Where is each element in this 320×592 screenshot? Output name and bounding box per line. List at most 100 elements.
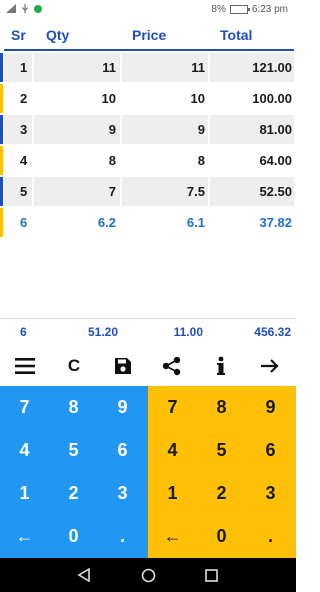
cell-qty: 11	[102, 60, 116, 75]
table-row[interactable]: 4 8 8 64.00	[0, 146, 296, 175]
row-marker	[0, 84, 3, 113]
info-button[interactable]	[206, 352, 236, 380]
key-9[interactable]: 9	[246, 386, 295, 429]
app-notification-icon	[34, 4, 42, 13]
cell-qty: 9	[108, 122, 116, 137]
key-6[interactable]: 6	[98, 429, 147, 472]
key-8[interactable]: 8	[197, 386, 246, 429]
cell-qty: 8	[108, 153, 116, 168]
cell-total: 64.00	[259, 153, 292, 168]
menu-icon	[15, 358, 35, 374]
table-row-current[interactable]: 6 6.2 6.1 37.82	[0, 208, 296, 237]
cell-sr: 1	[20, 60, 28, 75]
key-6[interactable]: 6	[246, 429, 295, 472]
cell-total: 100.00	[252, 91, 292, 106]
summary-row: 6 51.20 11.00 456.32	[0, 318, 296, 345]
header-price: Price	[132, 27, 167, 43]
key-decimal[interactable]: .	[246, 515, 295, 558]
row-marker	[0, 53, 3, 82]
save-icon	[115, 358, 131, 374]
key-0[interactable]: 0	[197, 515, 246, 558]
recents-nav-icon	[204, 568, 218, 582]
battery-icon	[229, 5, 250, 14]
cell-price: 8	[197, 153, 205, 168]
key-7[interactable]: 7	[148, 386, 197, 429]
key-decimal[interactable]: .	[98, 515, 147, 558]
header-qty: Qty	[46, 27, 70, 43]
table-header: Sr Qty Price Total	[0, 20, 296, 50]
key-1[interactable]: 1	[148, 472, 197, 515]
key-5[interactable]: 5	[49, 429, 98, 472]
key-2[interactable]: 2	[197, 472, 246, 515]
cell-sr: 5	[20, 184, 28, 199]
table-row[interactable]: 2 10 10 100.00	[0, 84, 296, 113]
home-nav-button[interactable]	[140, 567, 156, 583]
key-1[interactable]: 1	[0, 472, 49, 515]
status-right: 8% 6:23 pm	[211, 4, 288, 15]
cell-sr: 6	[20, 215, 28, 230]
cell-total: 52.50	[259, 184, 292, 199]
menu-button[interactable]	[10, 352, 40, 380]
info-icon	[217, 356, 225, 375]
table-row[interactable]: 5 7 7.5 52.50	[0, 177, 296, 206]
recents-nav-button[interactable]	[203, 567, 219, 583]
share-icon	[162, 356, 181, 376]
toolbar: C	[0, 346, 296, 386]
summary-price: 11.00	[173, 325, 203, 339]
save-button[interactable]	[108, 352, 138, 380]
row-marker	[0, 208, 3, 237]
cell-qty: 6.2	[97, 215, 116, 230]
row-marker	[0, 177, 3, 206]
back-nav-icon	[77, 568, 90, 582]
cell-total: 81.00	[259, 122, 292, 137]
next-button[interactable]	[255, 352, 285, 380]
cell-total: 37.82	[259, 215, 292, 230]
key-backspace[interactable]: ←	[0, 515, 49, 558]
table-row[interactable]: 3 9 9 81.00	[0, 115, 296, 144]
cell-price: 7.5	[186, 184, 205, 199]
cell-sr: 4	[20, 153, 28, 168]
key-3[interactable]: 3	[98, 472, 147, 515]
back-nav-button[interactable]	[76, 567, 92, 583]
key-4[interactable]: 4	[148, 429, 197, 472]
key-8[interactable]: 8	[49, 386, 98, 429]
header-divider	[4, 49, 294, 51]
key-0[interactable]: 0	[49, 515, 98, 558]
signal-icon	[6, 4, 16, 13]
key-5[interactable]: 5	[197, 429, 246, 472]
usb-icon	[21, 4, 29, 13]
row-marker	[0, 146, 3, 175]
header-sr: Sr	[11, 27, 26, 43]
cell-price: 10	[190, 91, 205, 106]
status-bar: 8% 6:23 pm	[0, 0, 296, 20]
cell-price: 11	[191, 60, 205, 75]
share-button[interactable]	[157, 352, 187, 380]
system-nav-bar	[0, 558, 296, 592]
clear-button[interactable]: C	[59, 352, 89, 380]
key-9[interactable]: 9	[98, 386, 147, 429]
cell-qty: 10	[101, 91, 116, 106]
key-2[interactable]: 2	[49, 472, 98, 515]
cell-price: 6.1	[186, 215, 205, 230]
key-7[interactable]: 7	[0, 386, 49, 429]
header-total: Total	[220, 27, 253, 43]
clock: 6:23 pm	[251, 4, 288, 15]
cell-qty: 7	[108, 184, 116, 199]
battery-percent: 8%	[211, 4, 226, 15]
key-3[interactable]: 3	[246, 472, 295, 515]
status-left	[6, 4, 42, 13]
cell-sr: 3	[20, 122, 28, 137]
summary-count: 6	[20, 325, 27, 339]
summary-total: 456.32	[254, 325, 291, 339]
keypad-left-panel: 7 8 9 4 5 6 1 2 3 ← 0 .	[0, 386, 148, 558]
cell-sr: 2	[20, 91, 28, 106]
summary-qty: 51.20	[87, 325, 118, 339]
keypad: 7 8 9 4 5 6 1 2 3 ← 0 . 7 8 9 4 5 6 1 2 …	[0, 386, 296, 558]
table-row[interactable]: 1 11 11 121.00	[0, 53, 296, 82]
arrow-right-icon	[261, 359, 279, 373]
key-backspace[interactable]: ←	[148, 515, 197, 558]
key-4[interactable]: 4	[0, 429, 49, 472]
cell-total: 121.00	[252, 60, 292, 75]
home-nav-icon	[141, 568, 155, 582]
keypad-right-panel: 7 8 9 4 5 6 1 2 3 ← 0 .	[148, 386, 296, 558]
